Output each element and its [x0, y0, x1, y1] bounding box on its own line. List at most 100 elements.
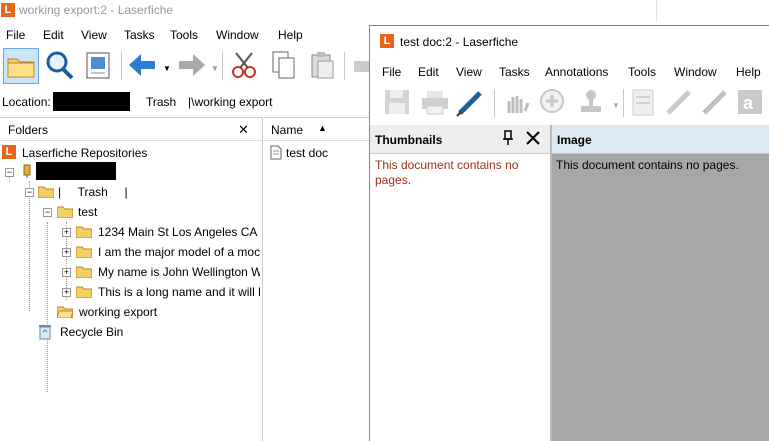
hand-button[interactable] [500, 85, 536, 121]
location-label: Location: [2, 95, 51, 109]
folder-icon [76, 266, 92, 278]
strikeout-button[interactable] [698, 85, 734, 121]
sort-ascending-icon: ▲ [318, 123, 327, 133]
tree-line [47, 222, 49, 392]
tree-test-label: test [78, 205, 98, 219]
tree-child-folder[interactable]: My name is John Wellington W [76, 263, 260, 281]
stamp-button[interactable] [574, 85, 610, 121]
stamp-icon [581, 90, 601, 112]
zoom-in-button[interactable] [536, 85, 572, 121]
menu-file[interactable]: File [6, 28, 25, 42]
menu-window[interactable]: Window [674, 65, 717, 79]
tree-child-folder[interactable]: I am the major model of a moc [76, 243, 260, 261]
image-title: Image [557, 133, 592, 147]
location-trash-segment[interactable]: Trash [146, 95, 176, 109]
underline-button[interactable] [662, 85, 698, 121]
svg-text:a: a [743, 93, 754, 113]
image-empty-message: This document contains no pages. [556, 158, 739, 172]
tree-root-label: Laserfiche Repositories [22, 146, 148, 160]
menu-tasks[interactable]: Tasks [124, 28, 155, 42]
entry-list-panel: Name ▲ test doc [264, 117, 374, 441]
document-icon [270, 145, 282, 160]
tree-child-label: I am the major model of a moc [98, 245, 260, 259]
forward-dropdown-icon[interactable]: ▼ [211, 64, 219, 73]
child-expand-toggle[interactable]: + [62, 288, 71, 297]
thumbnails-title: Thumbnails [375, 133, 443, 147]
menu-edit[interactable]: Edit [418, 65, 439, 79]
text-annotation-button[interactable]: a [734, 85, 769, 121]
highlight-icon [632, 89, 654, 116]
redacted-server-name [53, 92, 130, 111]
child-expand-toggle[interactable]: + [62, 228, 71, 237]
highlight-button[interactable] [626, 85, 662, 121]
doc-title-bar[interactable]: L test doc:2 - Laserfiche [370, 26, 769, 56]
folders-panel-header: Folders ✕ [0, 118, 262, 141]
folder-icon [76, 286, 92, 298]
close-thumbnails-icon[interactable] [526, 131, 540, 145]
thumbnails-pane: Thumbnails This document contains no pag… [370, 125, 552, 441]
forward-button[interactable] [174, 48, 210, 84]
document-window: L test doc:2 - Laserfiche File Edit View… [369, 25, 769, 441]
child-expand-toggle[interactable]: + [62, 268, 71, 277]
pin-icon[interactable] [502, 130, 514, 146]
search-icon [46, 51, 74, 80]
menu-help[interactable]: Help [736, 65, 761, 79]
print-icon [422, 91, 448, 115]
folder-icon [38, 186, 54, 198]
main-title-bar[interactable]: L working export:2 - Laserfiche [0, 0, 769, 20]
main-window-title: working export:2 - Laserfiche [19, 3, 174, 17]
menu-tasks[interactable]: Tasks [499, 65, 530, 79]
search-button[interactable] [42, 48, 78, 84]
thumbnails-empty-message: This document contains no pages. [375, 158, 519, 187]
pen-icon [456, 91, 482, 117]
menu-help[interactable]: Help [278, 28, 303, 42]
cut-button[interactable] [228, 48, 264, 84]
toolbar-separator [623, 89, 624, 117]
hand-icon [507, 96, 530, 113]
menu-edit[interactable]: Edit [43, 28, 64, 42]
menu-view[interactable]: View [81, 28, 107, 42]
menu-tools[interactable]: Tools [628, 65, 656, 79]
doc-menu-bar: File Edit View Tasks Annotations Tools W… [370, 61, 769, 82]
laserfiche-logo-icon: L [380, 34, 394, 48]
save-button[interactable] [380, 85, 416, 121]
tree-child-label: My name is John Wellington W [98, 265, 260, 279]
stamp-dropdown-icon[interactable]: ▼ [612, 101, 620, 110]
test-collapse-toggle[interactable]: − [43, 208, 52, 217]
recycle-bin-icon [39, 325, 51, 340]
location-path[interactable]: |\working export [188, 95, 273, 109]
copy-button[interactable] [267, 48, 303, 84]
child-expand-toggle[interactable]: + [62, 248, 71, 257]
toolbar-separator [121, 52, 122, 80]
menu-window[interactable]: Window [216, 28, 259, 42]
image-header: Image [552, 125, 769, 154]
tree-child-folder[interactable]: This is a long name and it will h [76, 283, 260, 301]
folder-icon [57, 206, 73, 218]
folders-button[interactable] [3, 48, 39, 84]
save-icon [385, 90, 409, 114]
name-column-header[interactable]: Name ▲ [264, 118, 374, 141]
repository-collapse-toggle[interactable]: − [5, 168, 14, 177]
laserfiche-repository-icon: L [2, 145, 16, 159]
back-button[interactable] [126, 48, 162, 84]
back-dropdown-icon[interactable]: ▼ [163, 64, 171, 73]
toolbar-separator [344, 52, 345, 80]
trash-collapse-toggle[interactable]: − [25, 188, 34, 197]
view-button[interactable] [82, 48, 118, 84]
background-window-edge [656, 0, 769, 22]
paste-button[interactable] [306, 48, 342, 84]
text-icon: a [738, 90, 762, 114]
print-button[interactable] [418, 85, 454, 121]
pen-icon [702, 90, 727, 115]
menu-tools[interactable]: Tools [170, 28, 198, 42]
doc-toolbar: ▼ a [370, 83, 769, 123]
tree-child-label: This is a long name and it will h [98, 285, 260, 299]
folder-icon [7, 58, 35, 78]
back-arrow-icon [129, 54, 155, 76]
menu-annotations[interactable]: Annotations [545, 65, 608, 79]
menu-view[interactable]: View [456, 65, 482, 79]
menu-file[interactable]: File [382, 65, 401, 79]
pen-button[interactable] [454, 85, 490, 121]
close-folders-icon[interactable]: ✕ [238, 122, 249, 138]
zoom-in-icon [540, 89, 564, 113]
